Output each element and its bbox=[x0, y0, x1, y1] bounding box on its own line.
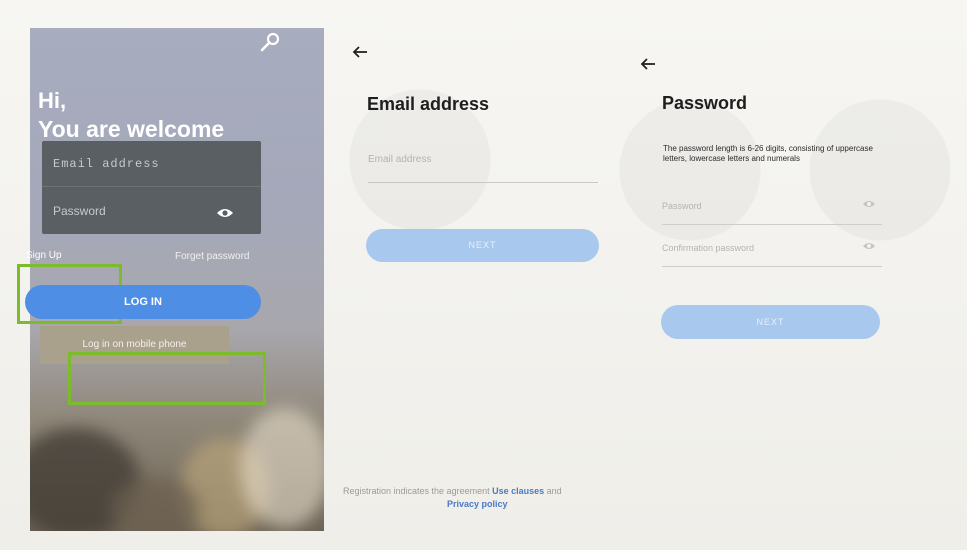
login-form: Email address Password bbox=[42, 141, 261, 234]
privacy-policy-link[interactable]: Privacy policy bbox=[447, 499, 508, 509]
use-clauses-link[interactable]: Use clauses bbox=[492, 486, 544, 496]
forget-password-link[interactable]: Forget password bbox=[175, 251, 249, 262]
email-field[interactable]: Email address bbox=[42, 141, 261, 187]
agreement-statement: Registration indicates the agreement bbox=[343, 486, 490, 496]
greeting-line-2: You are welcome bbox=[38, 116, 225, 142]
page-title: Email address bbox=[367, 94, 490, 114]
page-title: Password bbox=[662, 93, 748, 113]
background-blur bbox=[110, 478, 200, 531]
agreement-and: and bbox=[546, 486, 562, 496]
login-button[interactable]: LOG IN bbox=[25, 285, 261, 319]
back-arrow-icon[interactable] bbox=[352, 46, 368, 58]
signup-link[interactable]: Sign Up bbox=[26, 250, 62, 261]
eye-icon[interactable] bbox=[862, 199, 876, 209]
background-blur bbox=[240, 408, 324, 528]
greeting-line-1: Hi, bbox=[38, 88, 67, 113]
next-button[interactable]: NEXT bbox=[661, 305, 880, 339]
password-hint: The password length is 6-26 digits, cons… bbox=[663, 144, 873, 163]
next-button[interactable]: NEXT bbox=[366, 229, 599, 262]
password-input[interactable]: Password bbox=[662, 196, 882, 225]
back-arrow-icon[interactable] bbox=[640, 58, 656, 70]
mobile-login-highlight-box bbox=[68, 352, 266, 405]
eye-icon[interactable] bbox=[862, 241, 876, 251]
settings-icon[interactable] bbox=[258, 31, 282, 53]
eye-icon[interactable] bbox=[216, 207, 234, 219]
email-input[interactable]: Email address bbox=[368, 150, 598, 183]
confirm-password-input[interactable]: Confirmation password bbox=[662, 238, 882, 267]
agreement-text: Registration indicates the agreement Use… bbox=[343, 485, 643, 511]
